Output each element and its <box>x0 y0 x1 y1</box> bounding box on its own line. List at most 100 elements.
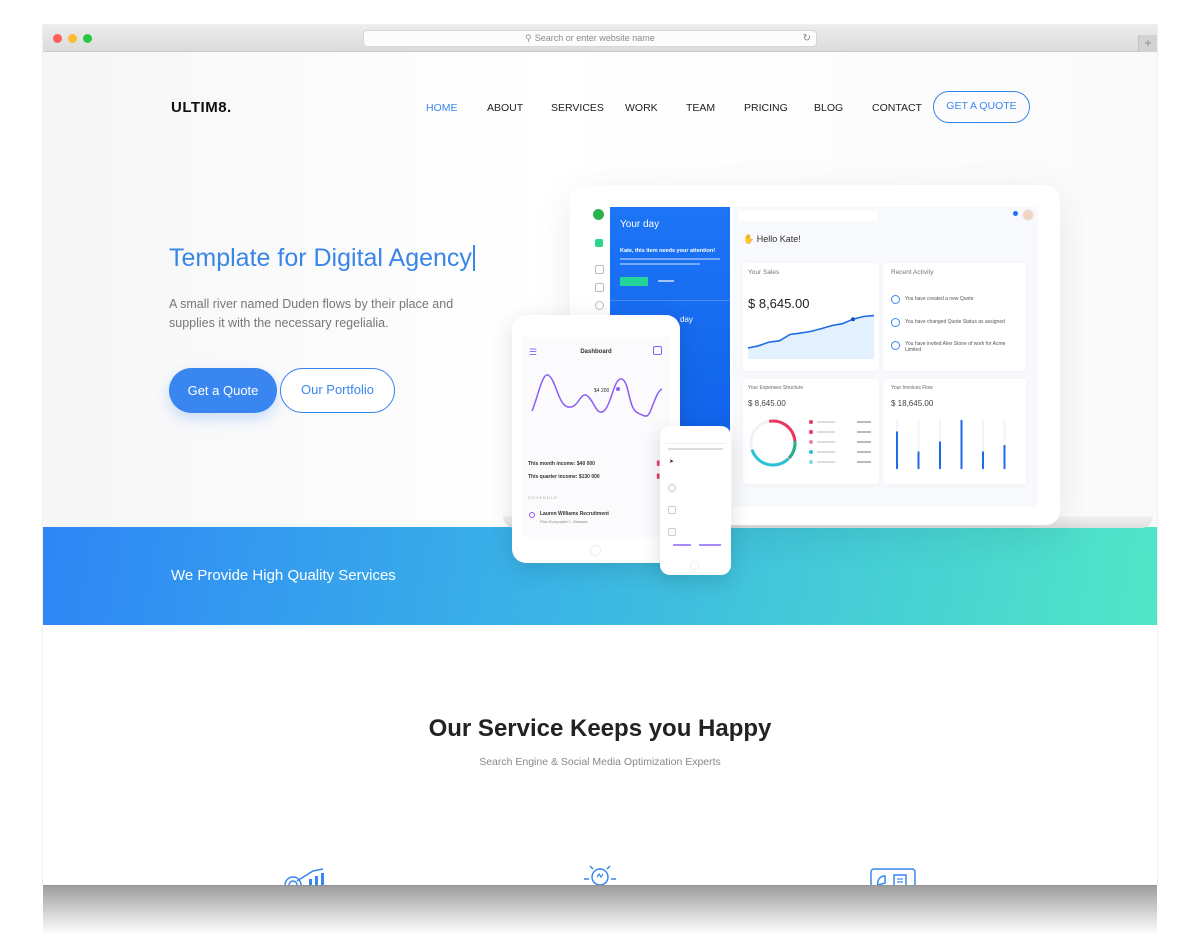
search-icon: ⚲ <box>525 33 532 43</box>
mockup-search <box>738 211 878 221</box>
nav-team[interactable]: TEAM <box>686 102 715 114</box>
hero-description: A small river named Duden flows by their… <box>169 297 454 330</box>
eye-icon <box>891 341 900 350</box>
list-icon <box>668 528 676 536</box>
invoices-label: Your Invoices Flow <box>891 385 933 391</box>
sales-label: Your Sales <box>748 269 780 276</box>
tablet-title: Dashboard <box>580 349 612 355</box>
banner-text: We Provide High Quality Services <box>171 567 396 584</box>
calendar-icon <box>653 346 662 355</box>
sales-card: Your Sales $ 8,645.00 <box>743 263 879 371</box>
notification-dot <box>1013 211 1018 216</box>
invoices-card: Your Invoices Flow $ 18,645.00 <box>883 379 1026 484</box>
browser-window: ⚲ Search or enter website name ↻ + ULTIM8… <box>43 25 1157 885</box>
get-a-quote-button[interactable]: Get a Quote <box>169 368 277 413</box>
invoice-bar <box>896 431 898 469</box>
new-tab-button[interactable]: + <box>1138 35 1157 52</box>
legend-dot <box>809 420 813 424</box>
address-bar[interactable]: ⚲ Search or enter website name ↻ <box>363 30 817 47</box>
mockup-accept-button <box>620 277 648 286</box>
activity-item: You have created a new Quote <box>905 296 974 302</box>
invoices-value: $ 18,645.00 <box>891 399 934 408</box>
wave-icon: ✋ <box>743 234 755 244</box>
nav-blog[interactable]: BLOG <box>814 102 843 114</box>
mockup-nav-icon <box>595 301 604 310</box>
legend-item <box>809 459 871 465</box>
donut-segment <box>749 419 797 467</box>
tablet-line-chart: $4 200 <box>531 374 663 417</box>
legend-value-bar <box>857 431 871 433</box>
legend-dot <box>809 430 813 434</box>
mockup-nav-icon <box>595 265 604 274</box>
our-portfolio-button[interactable]: Our Portfolio <box>280 368 395 413</box>
quarter-income: This quarter income: $130 000 <box>528 474 600 480</box>
event-title: Lauren Williams Recruitment <box>540 511 609 517</box>
activity-icon <box>891 295 900 304</box>
expenses-value: $ 8,645.00 <box>748 399 786 408</box>
legend-value-bar <box>857 461 871 463</box>
sales-highlight-point <box>851 317 855 322</box>
phone-screen: ➤ <box>665 443 726 555</box>
site-logo[interactable]: ULTIM8. <box>171 99 232 116</box>
nav-services[interactable]: SERVICES <box>551 102 604 114</box>
divider <box>610 300 730 301</box>
invoice-bar <box>960 420 963 469</box>
event-location: Plac Europejski 1, Warsaw <box>540 519 588 524</box>
recent-activity-card: Recent Activity You have created a new Q… <box>883 263 1026 371</box>
greeting: ✋ Hello Kate! <box>743 234 801 245</box>
services-title: Our Service Keeps you Happy <box>428 715 772 742</box>
text-cursor <box>472 245 475 271</box>
nav-contact[interactable]: CONTACT <box>872 102 922 114</box>
activity-item: You have changed Quote Status as assigne… <box>905 319 1005 325</box>
get-a-quote-nav-button[interactable]: GET A QUOTE <box>933 91 1030 123</box>
text-line <box>658 280 674 282</box>
schedule-label: SCHEDULE <box>528 495 558 500</box>
phone-link <box>699 544 721 546</box>
phone-mockup: ➤ <box>660 426 731 575</box>
nav-work[interactable]: WORK <box>625 102 658 114</box>
maximize-window-button[interactable] <box>83 34 92 43</box>
sales-area <box>748 315 874 359</box>
window-shadow <box>43 884 1157 934</box>
list-icon <box>668 484 676 492</box>
mockup-main: ✋ Hello Kate! Your Sales $ 8,645.00 Rece… <box>733 207 1038 507</box>
text-line <box>620 258 720 260</box>
donut-segment <box>749 419 797 467</box>
address-placeholder: Search or enter website name <box>534 33 655 43</box>
legend-item <box>809 439 871 445</box>
legend-label-bar <box>817 451 835 453</box>
legend-label-bar <box>817 461 835 463</box>
legend-dot <box>809 450 813 454</box>
nav-pricing[interactable]: PRICING <box>744 102 788 114</box>
mockup-nav-icon <box>595 239 603 247</box>
close-window-button[interactable] <box>53 34 62 43</box>
check-icon <box>891 318 900 327</box>
tablet-point-label: $4 200 <box>594 388 610 394</box>
activity-item: You have invited Alex Stone of work for … <box>905 341 1006 353</box>
tablet-home-button <box>590 545 601 556</box>
services-subtitle: Search Engine & Social Media Optimizatio… <box>479 756 721 768</box>
your-day-title: Your day <box>620 219 660 230</box>
attention-text: Kate, this item needs your attention! <box>620 248 716 254</box>
phone-link <box>673 544 691 546</box>
legend-label-bar <box>817 431 835 433</box>
legend-item <box>809 429 871 435</box>
nav-home[interactable]: HOME <box>426 102 458 114</box>
reload-icon[interactable]: ↻ <box>803 31 811 46</box>
nav-about[interactable]: ABOUT <box>487 102 523 114</box>
event-icon <box>529 512 535 518</box>
donut-segment <box>749 419 797 467</box>
tablet-line-series <box>531 374 663 417</box>
partial-day-text: day <box>680 315 693 324</box>
recent-activity-label: Recent Activity <box>891 269 934 276</box>
legend-item <box>809 419 871 425</box>
text-line <box>620 263 700 265</box>
lightbulb-icon <box>584 865 616 885</box>
minimize-window-button[interactable] <box>68 34 77 43</box>
expenses-donut-chart <box>749 419 797 467</box>
tablet-screen: ☰ Dashboard $4 200 This month income: $4… <box>522 337 670 537</box>
expenses-card: Your Expenses Structure $ 8,645.00 <box>743 379 879 484</box>
legend-dot <box>809 440 813 444</box>
browser-toolbar: ⚲ Search or enter website name ↻ + <box>43 25 1157 52</box>
invoice-bar <box>1003 445 1006 469</box>
